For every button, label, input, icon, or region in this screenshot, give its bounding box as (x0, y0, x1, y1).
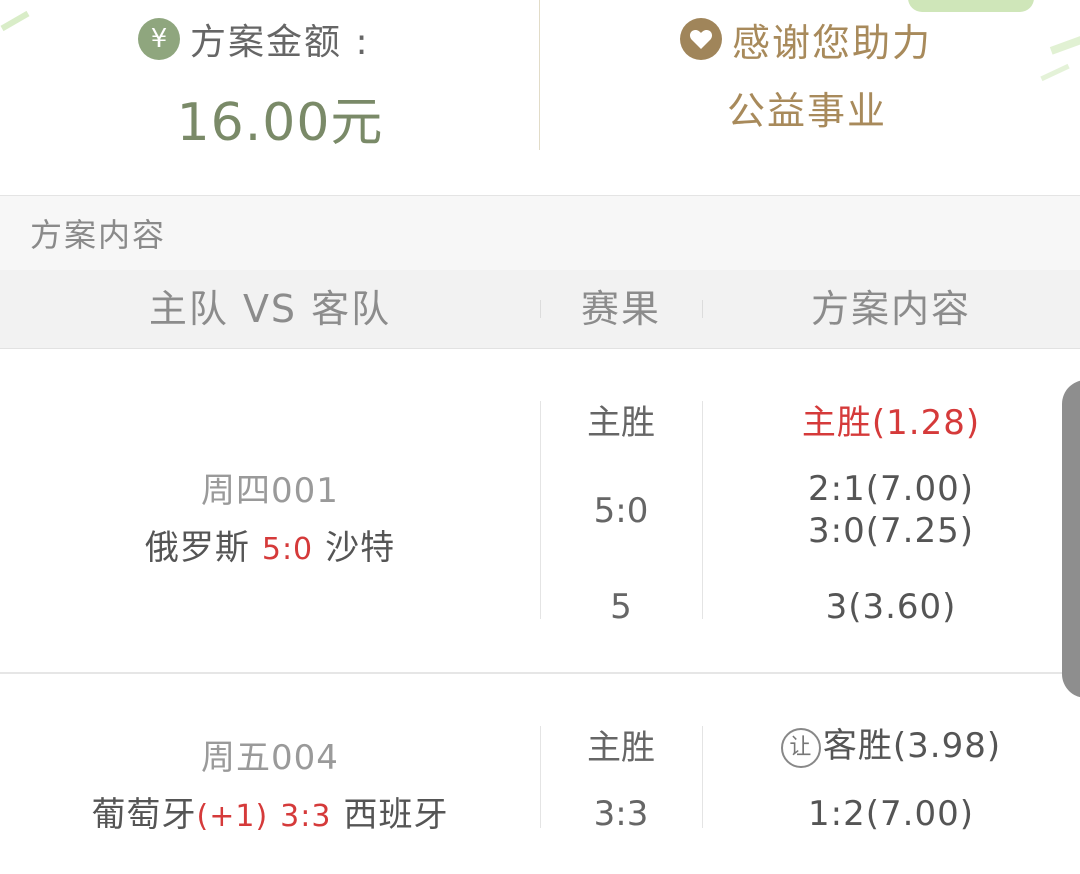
pick-cell: 3:0(7.25) (808, 511, 974, 551)
result-cell: 3:3 (593, 794, 649, 834)
handicap: (+1) (196, 799, 269, 834)
match-line: 俄罗斯 5:0 沙特 (0, 520, 540, 569)
away-team: 西班牙 (343, 795, 449, 835)
match-score: 3:3 (280, 799, 332, 834)
pick-cell: 3(3.60) (825, 587, 957, 627)
section-header: 方案内容 (0, 195, 1080, 271)
handicap-icon: 让 (780, 727, 821, 768)
decoration-leaf (1040, 63, 1070, 82)
decoration-leaf (1049, 33, 1080, 55)
column-header-teams: 主队 VS 客队 (148, 287, 392, 331)
result-cell: 主胜 (587, 728, 655, 768)
table-row[interactable]: 周四001 俄罗斯 5:0 沙特 主胜 主胜(1.28) 5:0 2:1(7.00)… (0, 349, 1080, 674)
header-separator (540, 300, 541, 318)
away-team: 沙特 (325, 528, 396, 568)
divider (539, 0, 540, 150)
pick-cell: 主胜(1.28) (801, 403, 981, 443)
heart-icon (680, 18, 722, 60)
thanks-text: 感谢您助力 (732, 20, 933, 65)
column-header-result: 赛果 (580, 287, 661, 331)
decoration-tag (908, 0, 1034, 12)
pick-cell: 1:2(7.00) (808, 794, 974, 834)
result-cell: 5 (610, 587, 632, 627)
charity-text: 公益事业 (727, 89, 888, 133)
match-score: 5:0 (261, 532, 314, 567)
header-separator (702, 300, 703, 318)
amount-value: 16.00元 (176, 93, 384, 153)
amount-label: 方案金额 : (190, 22, 370, 63)
result-cell: 主胜 (587, 403, 655, 443)
match-number: 周五004 (201, 738, 339, 778)
home-team: 葡萄牙 (91, 795, 197, 835)
amount-box: ¥ 方案金额 : 16.00元 (0, 0, 540, 153)
match-teams: 周五004 葡萄牙(+1) 3:3 西班牙 (0, 730, 540, 836)
summary-panel: ¥ 方案金额 : 16.00元 感谢您助力 公益事业 (0, 0, 1080, 195)
section-title: 方案内容 (30, 216, 167, 254)
home-team: 俄罗斯 (144, 528, 250, 568)
side-drawer-handle[interactable] (1062, 380, 1080, 698)
result-cell: 5:0 (593, 491, 649, 531)
yen-icon: ¥ (138, 18, 180, 60)
pick-cell: 2:1(7.00) (808, 469, 974, 509)
table-row[interactable]: 周五004 葡萄牙(+1) 3:3 西班牙 主胜 让客胜(3.98) 3:3 1:2… (0, 674, 1080, 874)
column-header-content: 方案内容 (810, 287, 971, 331)
pick-cell: 让客胜(3.98) (702, 718, 1080, 768)
match-teams: 周四001 俄罗斯 5:0 沙特 (0, 463, 540, 569)
match-line: 葡萄牙(+1) 3:3 西班牙 (0, 787, 540, 836)
match-number: 周四001 (201, 471, 339, 511)
pick-text: 客胜(3.98) (822, 726, 1002, 766)
